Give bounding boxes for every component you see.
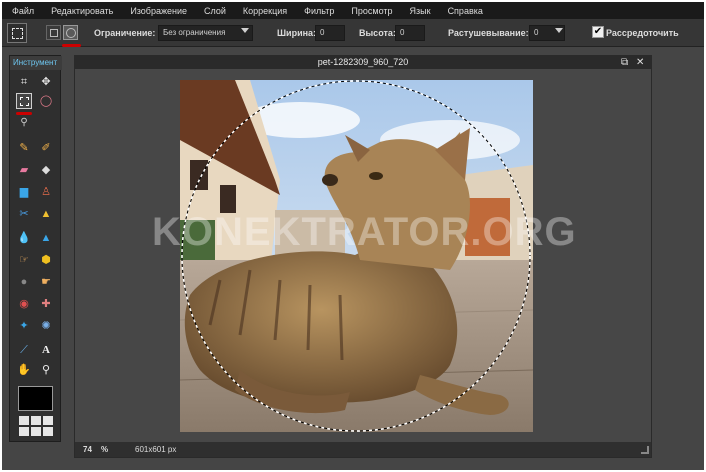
menu-view[interactable]: Просмотр <box>351 6 392 16</box>
feather-label: Растушевывание: <box>448 28 529 38</box>
width-field[interactable]: 0 <box>315 25 345 41</box>
smudge-icon[interactable]: ☞ <box>16 252 32 268</box>
restore-window-icon[interactable]: ⧉ <box>621 56 628 69</box>
ellipse-selection <box>181 80 531 432</box>
text-tool-icon[interactable]: A <box>38 342 54 358</box>
marquee-tool[interactable] <box>16 93 32 109</box>
drawing-icon[interactable]: ▲ <box>38 206 54 222</box>
move-icon[interactable]: ✥ <box>38 74 54 90</box>
antialias-label: Рассредоточить <box>606 28 679 38</box>
height-field[interactable]: 0 <box>395 25 425 41</box>
blur-icon[interactable]: 💧 <box>16 230 32 246</box>
menu-language[interactable]: Язык <box>410 6 431 16</box>
rect-selection-button[interactable] <box>46 25 61 40</box>
height-label: Высота: <box>359 28 396 38</box>
zoom-icon[interactable]: ⚲ <box>38 362 54 378</box>
dodge-icon[interactable]: ● <box>16 274 32 290</box>
image-canvas[interactable] <box>180 80 533 432</box>
eraser-icon[interactable]: ▰ <box>16 162 32 178</box>
close-icon[interactable]: ✕ <box>636 56 644 69</box>
pinch-icon[interactable]: ✺ <box>38 318 54 334</box>
hand-icon[interactable]: ✋ <box>16 362 32 378</box>
menu-help[interactable]: Справка <box>448 6 483 16</box>
current-tool-marquee-icon <box>7 23 27 43</box>
red-eye-icon[interactable]: ◉ <box>16 296 32 312</box>
constraint-select[interactable]: Без ограничения <box>158 25 253 41</box>
lasso-icon[interactable]: ◯ <box>38 93 54 109</box>
chevron-down-icon[interactable] <box>555 28 563 33</box>
spot-heal-icon[interactable]: ✚ <box>38 296 54 312</box>
brush-icon[interactable]: ✐ <box>38 140 54 156</box>
width-label: Ширина: <box>277 28 317 38</box>
width-value: 0 <box>320 28 325 37</box>
menu-file[interactable]: Файл <box>12 6 34 16</box>
document-title: pet-1282309_960_720 <box>75 56 651 69</box>
menu-image[interactable]: Изображение <box>130 6 187 16</box>
burn-icon[interactable]: ☛ <box>38 274 54 290</box>
color-replace-icon[interactable]: ✂ <box>16 206 32 222</box>
clone-stamp-icon[interactable]: ♙ <box>38 184 54 200</box>
resize-handle[interactable] <box>641 446 649 454</box>
sharpen-icon[interactable]: ▲ <box>38 230 54 246</box>
menu-adjustments[interactable]: Коррекция <box>243 6 287 16</box>
image-dimensions: 601x601 px <box>135 445 177 454</box>
options-bar: Ограничение: Без ограничения Ширина: 0 В… <box>2 19 704 47</box>
height-value: 0 <box>400 28 405 37</box>
constraint-label: Ограничение: <box>94 28 156 38</box>
chevron-down-icon[interactable] <box>241 28 249 33</box>
sponge-icon[interactable]: ⬢ <box>38 252 54 268</box>
ellipse-selection-button[interactable] <box>63 25 78 40</box>
crop-icon[interactable]: ⌗ <box>16 74 32 90</box>
constraint-value: Без ограничения <box>163 28 226 37</box>
bucket-icon[interactable]: ◆ <box>38 162 54 178</box>
menu-bar: Файл Редактировать Изображение Слой Корр… <box>2 2 704 19</box>
zoom-unit: % <box>101 445 109 454</box>
status-bar: 74 % 601x601 px <box>75 442 651 457</box>
color-picker-icon[interactable]: ⟋ <box>16 342 32 358</box>
menu-layer[interactable]: Слой <box>204 6 226 16</box>
magic-wand-icon[interactable]: ⚲ <box>16 115 32 131</box>
feather-value: 0 <box>534 28 539 37</box>
pencil-icon[interactable]: ✎ <box>16 140 32 156</box>
highlight-underline <box>62 44 81 47</box>
grid-icon[interactable] <box>19 416 53 436</box>
menu-filter[interactable]: Фильтр <box>304 6 334 16</box>
tools-title: Инструмент <box>10 56 62 70</box>
app-window: Файл Редактировать Изображение Слой Корр… <box>0 0 706 472</box>
zoom-field[interactable]: 74 <box>83 442 92 457</box>
antialias-checkbox[interactable]: ✔ <box>592 26 604 38</box>
gradient-icon[interactable]: ▆ <box>16 184 32 200</box>
marquee-icon <box>20 97 29 106</box>
bloat-icon[interactable]: ✦ <box>16 318 32 334</box>
watermark: KONEKTRATOR.ORG <box>152 210 577 254</box>
color-swatch[interactable] <box>18 386 53 411</box>
menu-edit[interactable]: Редактировать <box>51 6 113 16</box>
tools-panel: Инструмент ⌗ ✥ ◯ ⚲ ✎ ✐ ▰ ◆ ▆ ♙ ✂ ▲ 💧 ▲ ☞… <box>9 55 62 442</box>
